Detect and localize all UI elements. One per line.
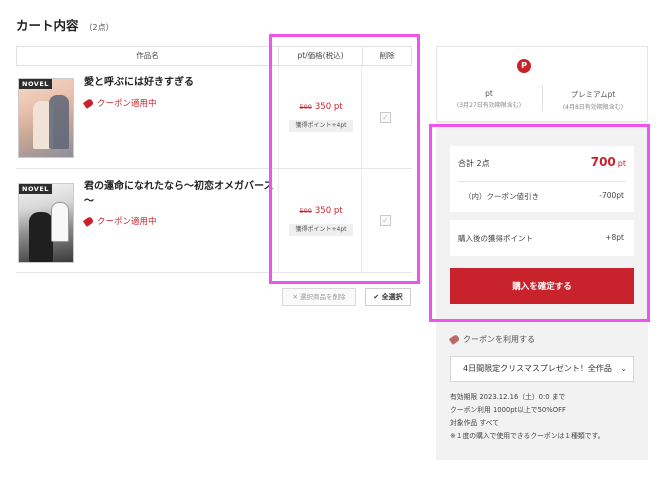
coupon-applied-label: クーポン適用中 (97, 217, 157, 227)
cover-figure (51, 202, 69, 242)
cart-table-header: 作品名 pt/価格(税込) 削除 (16, 46, 412, 66)
coupon-applied-label: クーポン適用中 (97, 99, 157, 109)
price-line: 500 350 pt (279, 206, 363, 216)
cart-row: NOVEL 愛と呼ぶには好きすぎる クーポン適用中 500 350 pt 獲得ポイ… (16, 66, 412, 169)
cart-count: （2点） (84, 23, 114, 32)
delete-selected-button[interactable]: ✕ 選択商品を削除 (282, 288, 356, 306)
coupon-applied: クーポン適用中 (82, 215, 157, 227)
old-price: 500 (299, 207, 312, 215)
coupon-discount-label: （内）クーポン値引き (464, 192, 539, 201)
total-amount: 700 (590, 155, 616, 169)
novel-tag: NOVEL (19, 184, 52, 194)
total-value: 700 pt (591, 155, 626, 169)
old-price: 500 (299, 103, 312, 111)
header-delete: 削除 (379, 51, 395, 60)
price-value: 350 (314, 102, 332, 112)
price-line: 500 350 pt (279, 102, 363, 112)
novel-tag: NOVEL (19, 79, 52, 89)
price-unit: pt (333, 206, 343, 216)
delete-cell: ✓ (362, 66, 410, 168)
points-card: P pt (3月27日有効期限含む) プレミアムpt (4月8日有効期限含む) (436, 46, 648, 122)
cover-figure (29, 212, 53, 262)
cart-title: カート内容 （2点） (16, 15, 114, 34)
points-expiry: (3月27日有効期限含む) (456, 102, 522, 109)
cover-figure (49, 95, 69, 149)
price-value: 350 (314, 206, 332, 216)
earned-points-box: 購入後の獲得ポイント +8pt (450, 220, 634, 256)
book-title[interactable]: 君の運命になれたなら～初恋オメガバース～ (84, 179, 276, 209)
earned-points-label: 購入後の獲得ポイント (458, 234, 533, 243)
use-coupon-text: クーポンを利用する (463, 335, 535, 344)
price-unit: pt (333, 102, 343, 112)
earned-points-badge: 獲得ポイント+4pt (289, 224, 353, 236)
book-title[interactable]: 愛と呼ぶには好きすぎる (84, 75, 274, 90)
coupon-select-value: 4日間限定クリスマスプレゼント！全作品 (463, 364, 612, 373)
premium-points-expiry: (4月8日有効期限含む) (562, 104, 624, 111)
coupon-tag-icon (448, 334, 461, 345)
coupon-expiry: 有効期限 2023.12.16（土）0:0 まで (450, 393, 566, 401)
coupon-note: ※１度の購入で使用できるクーポンは１種類です。 (450, 432, 605, 440)
coupon-tag-icon (82, 216, 95, 227)
chevron-down-icon: ⌄ (620, 364, 627, 373)
price-cell: 500 350 pt 獲得ポイント+4pt (278, 66, 362, 168)
total-label: 合計 2点 (458, 159, 490, 168)
order-summary: 合計 2点 700 pt （内）クーポン値引き -700pt (450, 146, 634, 212)
cart-row: NOVEL 君の運命になれたなら～初恋オメガバース～ クーポン適用中 500 35… (16, 169, 412, 273)
header-title: 作品名 (17, 47, 279, 65)
earned-points-value: +8pt (605, 233, 624, 242)
premium-points-label: プレミアムpt (570, 90, 616, 99)
confirm-purchase-button[interactable]: 購入を確定する (450, 268, 634, 304)
coupon-applied: クーポン適用中 (82, 97, 157, 109)
delete-checkbox[interactable]: ✓ (380, 112, 391, 123)
coupon-select[interactable]: 4日間限定クリスマスプレゼント！全作品 ⌄ (450, 356, 634, 382)
use-coupon-label: クーポンを利用する (448, 334, 535, 345)
header-price: pt/価格(税込) (279, 47, 363, 65)
book-cover[interactable]: NOVEL (18, 78, 74, 158)
coupon-target: 対象作品 すべて (450, 419, 499, 427)
premium-points-column: プレミアムpt (4月8日有効期限含む) (543, 89, 643, 111)
coupon-discount-value: -700pt (599, 191, 624, 200)
delete-cell: ✓ (362, 169, 410, 272)
coupon-condition: クーポン利用 1000pt以上で50%OFF (450, 406, 566, 414)
coupon-tag-icon (82, 98, 95, 109)
book-cover[interactable]: NOVEL (18, 183, 74, 263)
points-column: pt (3月27日有効期限含む) (439, 89, 539, 109)
points-label: pt (485, 89, 493, 98)
earned-points-badge: 獲得ポイント+4pt (289, 120, 353, 132)
cart-title-text: カート内容 (16, 18, 79, 33)
delete-checkbox[interactable]: ✓ (380, 215, 391, 226)
points-logo-icon: P (517, 59, 531, 73)
price-cell: 500 350 pt 獲得ポイント+4pt (278, 169, 362, 272)
select-all-button[interactable]: ✔ 全選択 (365, 288, 411, 306)
summary-divider (458, 181, 626, 182)
total-unit: pt (617, 159, 626, 168)
